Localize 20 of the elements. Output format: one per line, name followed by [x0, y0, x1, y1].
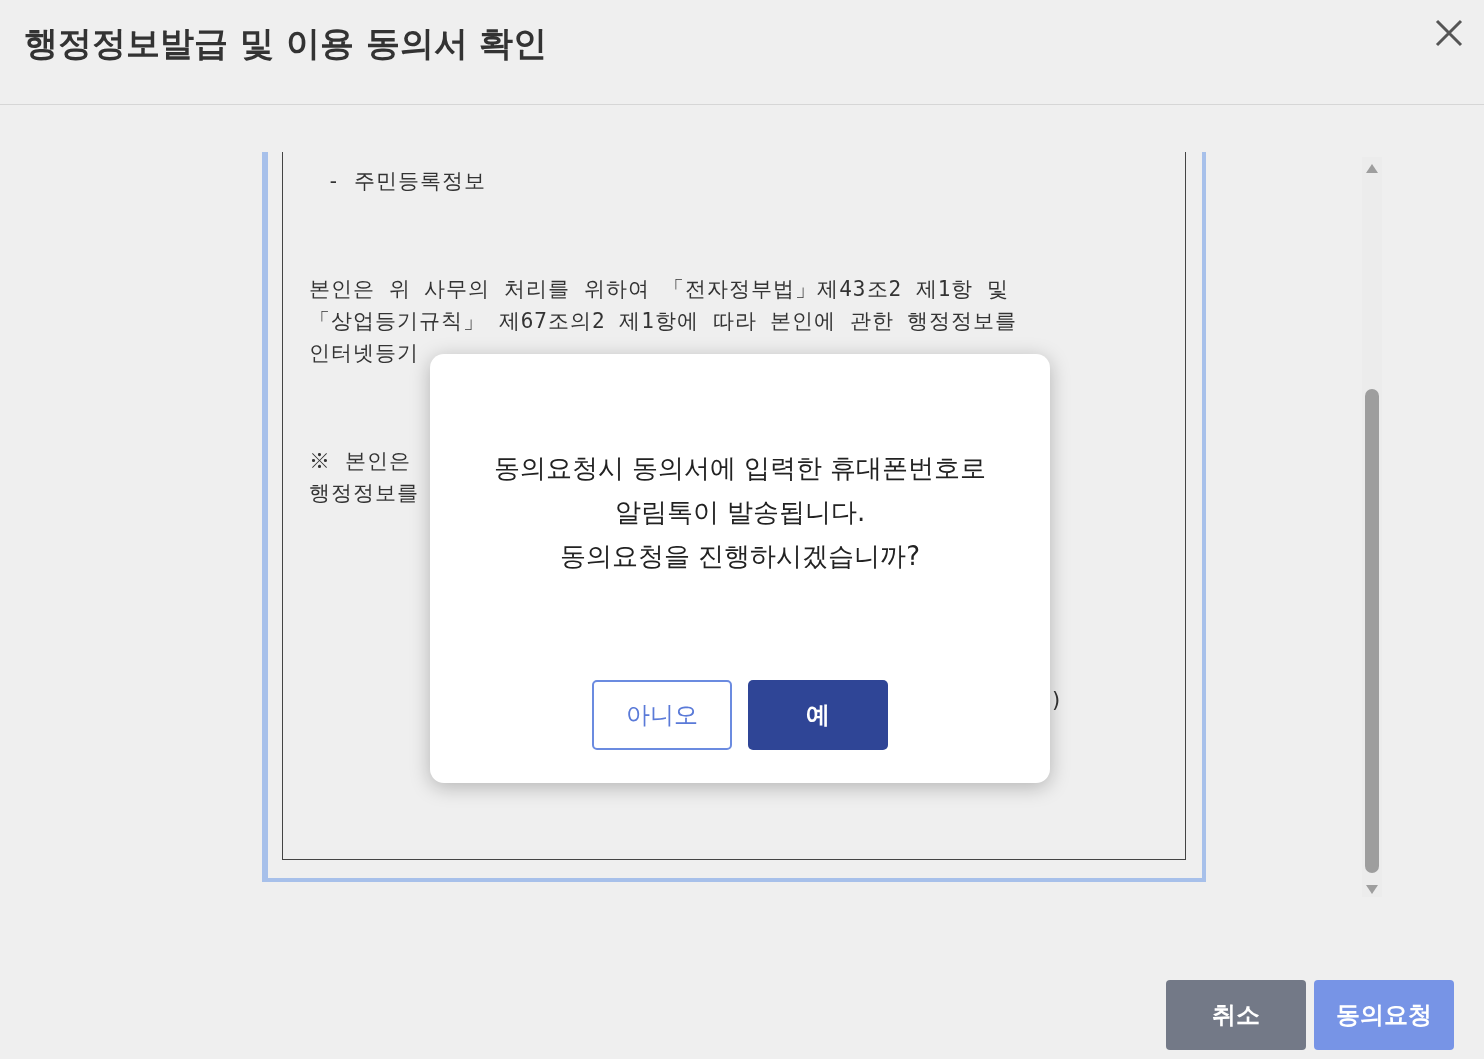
request-button[interactable]: 동의요청: [1314, 980, 1454, 1050]
yes-button[interactable]: 예: [748, 680, 888, 750]
document-text: 「상업등기규칙」 제67조의2 제1항에 따라 본인에 관한 행정정보를: [309, 309, 1018, 333]
scroll-up-icon[interactable]: [1365, 163, 1379, 175]
scroll-down-icon[interactable]: [1365, 883, 1379, 895]
cancel-button[interactable]: 취소: [1166, 980, 1306, 1050]
document-text: ): [1052, 687, 1061, 714]
window-title: 행정정보발급 및 이용 동의서 확인: [24, 22, 548, 65]
dialog-message: 알림톡이 발송됩니다.: [614, 497, 866, 527]
document-text: 행정정보를: [309, 481, 419, 505]
document-text: - 주민등록정보: [327, 169, 487, 193]
close-button[interactable]: [1434, 18, 1464, 48]
close-icon: [1434, 18, 1464, 48]
dialog-message: 동의요청시 동의서에 입력한 휴대폰번호로: [493, 453, 987, 483]
document-text: 본인은 위 사무의 처리를 위하여 「전자정부법」제43조2 제1항 및: [309, 277, 1010, 301]
document-text: 인터넷등기: [309, 341, 419, 365]
document-text: ※ 본인은: [309, 449, 411, 473]
dialog-message: 동의요청을 진행하시겠습니까?: [559, 541, 921, 571]
no-button[interactable]: 아니오: [592, 680, 732, 750]
scrollbar-thumb[interactable]: [1365, 389, 1379, 873]
